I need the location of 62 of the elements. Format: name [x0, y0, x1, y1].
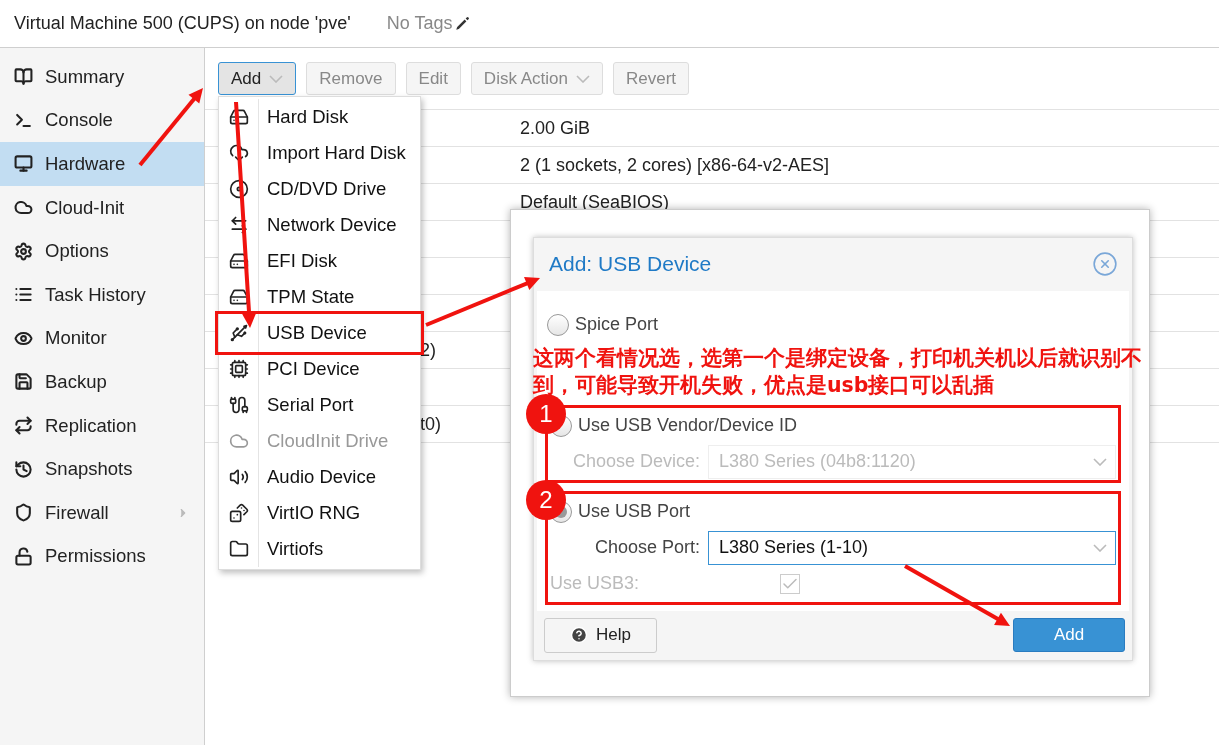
- pencil-icon: [454, 15, 472, 32]
- sidebar-item[interactable]: Console: [0, 98, 204, 143]
- sidebar-item[interactable]: Hardware: [0, 142, 204, 186]
- menu-item[interactable]: Audio Device: [219, 459, 420, 495]
- cloud-download-icon: [228, 143, 249, 163]
- close-icon[interactable]: [1092, 251, 1118, 278]
- sidebar-item[interactable]: Permissions: [0, 534, 204, 579]
- caret-icon: [1093, 457, 1107, 466]
- toolbar-button[interactable]: Add: [218, 62, 297, 95]
- disc-icon: [228, 179, 249, 199]
- menu-item[interactable]: VirtIO RNG: [219, 495, 420, 531]
- menu-item[interactable]: Network Device: [219, 207, 420, 243]
- monitor-icon: [14, 154, 33, 174]
- shield-icon: [14, 503, 33, 523]
- menu-item[interactable]: EFI Disk: [219, 243, 420, 279]
- book-icon: [14, 67, 33, 87]
- help-button[interactable]: Help: [544, 618, 657, 653]
- field-label: Choose Device:: [571, 451, 701, 473]
- caret-icon: [1093, 543, 1107, 552]
- floppy-icon: [14, 372, 33, 392]
- sidebar-item[interactable]: Snapshots: [0, 447, 204, 491]
- number-marker: 2: [526, 479, 566, 520]
- table-cell-text: Default (SeaBIOS): [520, 191, 671, 213]
- sidebar-item[interactable]: Options: [0, 229, 204, 273]
- sidebar-item[interactable]: Backup: [0, 360, 204, 404]
- sidebar-item[interactable]: Task History: [0, 272, 204, 317]
- speaker-icon: [228, 467, 249, 487]
- field-label: Use USB3:: [550, 573, 640, 595]
- gear-icon: [14, 241, 33, 261]
- history-icon: [14, 459, 33, 479]
- select-field[interactable]: L380 Series (1-10): [708, 530, 1116, 565]
- dialog-title: Add: USB Device: [549, 252, 712, 277]
- menu-item[interactable]: Import Hard Disk: [219, 135, 420, 171]
- plug-icon: [228, 395, 249, 415]
- drive-icon: [228, 287, 249, 307]
- dice-icon: [228, 503, 249, 523]
- unlock-icon: [14, 546, 33, 566]
- usb-icon: [228, 323, 249, 343]
- menu-item[interactable]: PCI Device: [219, 351, 420, 387]
- radio-option[interactable]: Spice Port: [547, 306, 1119, 343]
- sidebar-item[interactable]: Firewall: [0, 490, 204, 535]
- menu-item[interactable]: Virtiofs: [219, 531, 420, 567]
- window-title: Virtual Machine 500 (CUPS) on node 'pve': [14, 13, 351, 34]
- table-cell-text: t0): [420, 413, 442, 435]
- tags-edit-link[interactable]: No Tags: [386, 13, 472, 34]
- menu-item[interactable]: Serial Port: [219, 387, 420, 423]
- table-cell-text: 2 (1 sockets, 2 cores) [x86-64-v2-AES]: [520, 154, 831, 176]
- menu-item[interactable]: CD/DVD Drive: [219, 171, 420, 207]
- sidebar-item[interactable]: Cloud-Init: [0, 185, 204, 230]
- sidebar-item[interactable]: Monitor: [0, 316, 204, 361]
- menu-item[interactable]: Hard Disk: [219, 99, 420, 135]
- field-label: Choose Port:: [593, 537, 701, 559]
- table-cell-text: 2.00 GiB: [520, 117, 592, 139]
- loop-icon: [14, 416, 33, 436]
- drive-icon: [228, 107, 249, 127]
- card-icon: [228, 359, 249, 379]
- menu-item[interactable]: USB Device: [219, 315, 420, 351]
- folder-icon: [228, 539, 249, 559]
- sidebar-item[interactable]: Replication: [0, 403, 204, 448]
- help-icon: [570, 626, 588, 645]
- sidebar-item[interactable]: Summary: [0, 55, 204, 99]
- cloud-icon: [228, 431, 249, 451]
